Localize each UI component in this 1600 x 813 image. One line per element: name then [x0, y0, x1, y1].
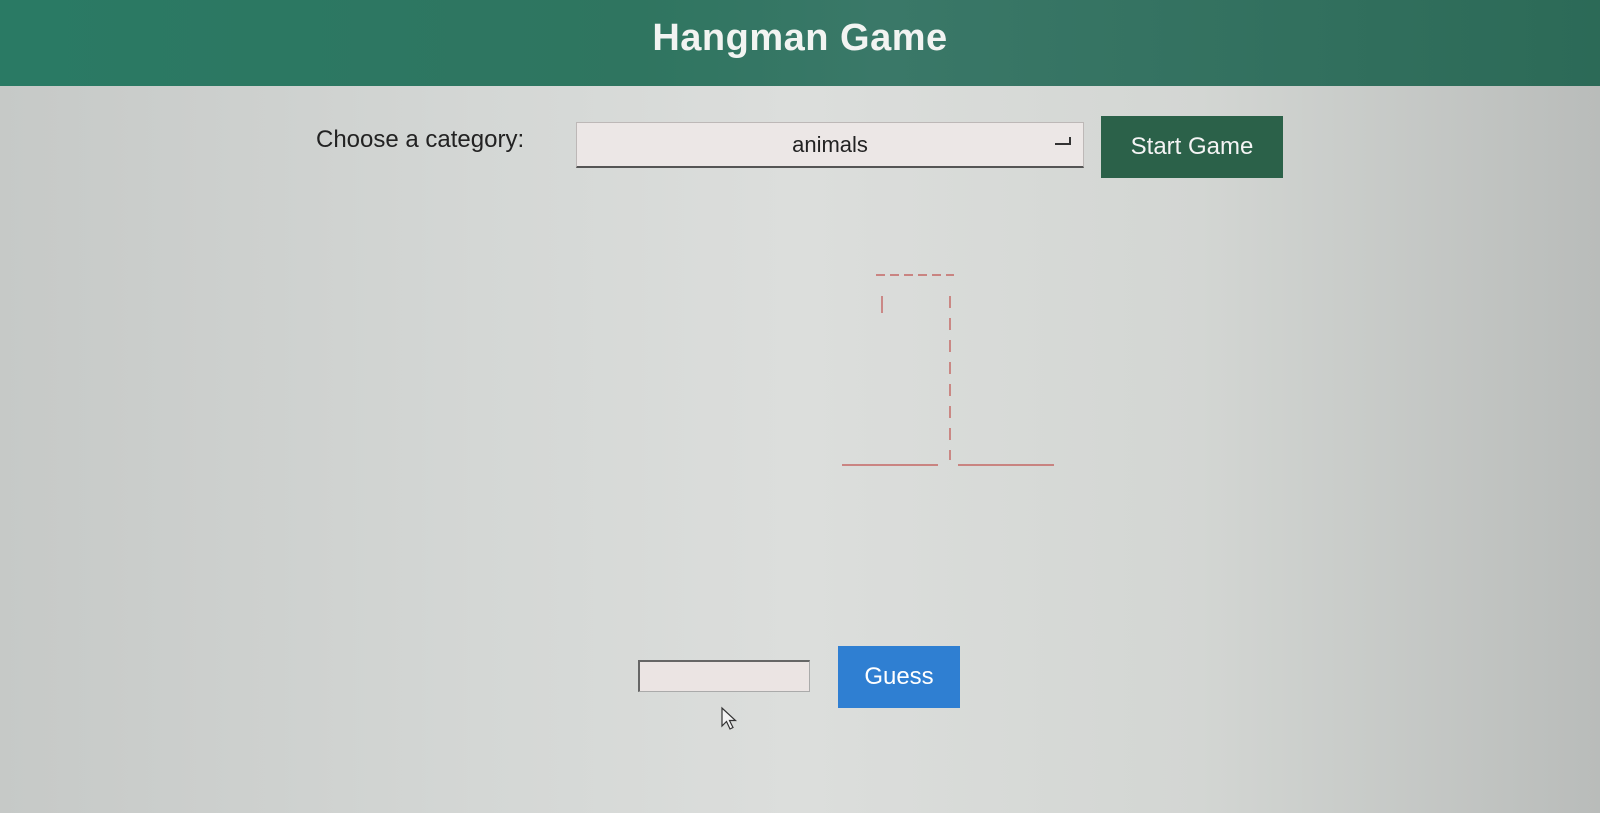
guess-input[interactable]: [638, 660, 810, 692]
selected-category: animals: [792, 131, 868, 157]
page-title: Hangman Game: [652, 16, 948, 59]
category-select[interactable]: animals: [576, 122, 1084, 168]
header-bar: Hangman Game: [0, 0, 1600, 86]
start-game-button[interactable]: Start Game: [1101, 116, 1283, 178]
guess-button[interactable]: Guess: [838, 646, 960, 708]
mouse-cursor-icon: [721, 706, 738, 730]
dropdown-caret-icon: [1055, 137, 1071, 145]
category-label: Choose a category:: [316, 126, 525, 153]
hangman-drawing: [842, 274, 1054, 466]
